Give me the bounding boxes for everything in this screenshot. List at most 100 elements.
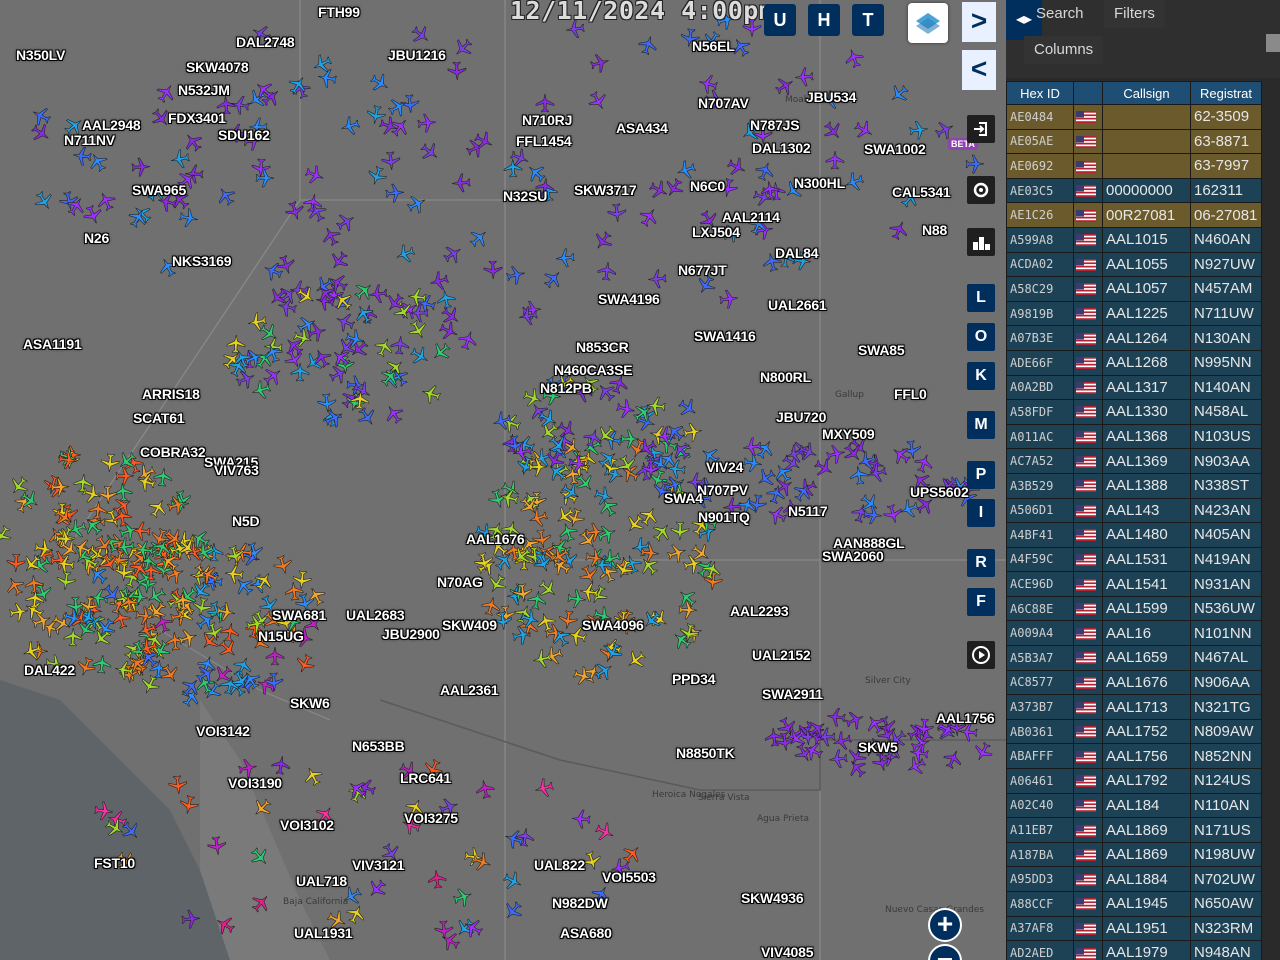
- aircraft-icon[interactable]: [262, 365, 284, 387]
- aircraft-icon[interactable]: [908, 119, 930, 141]
- flight-map[interactable]: FTH99 DAL2748 JBU1216 N350LV SKW4078 N532JM SD…: [0, 0, 1006, 960]
- aircraft-row[interactable]: A95DD3 AAL1884 N702UW: [1006, 866, 1262, 892]
- aircraft-icon[interactable]: [316, 67, 338, 89]
- aircraft-icon[interactable]: [428, 270, 450, 292]
- aircraft-row[interactable]: AC7A52 AAL1369 N903AA: [1006, 448, 1262, 474]
- aircraft-icon[interactable]: [33, 538, 55, 560]
- aircraft-icon[interactable]: [263, 671, 285, 693]
- aircraft-icon[interactable]: [115, 850, 137, 872]
- aircraft-icon[interactable]: [53, 506, 75, 528]
- aircraft-icon[interactable]: [438, 320, 460, 342]
- aircraft-icon[interactable]: [638, 555, 660, 577]
- aircraft-icon[interactable]: [339, 115, 361, 137]
- aircraft-icon[interactable]: [590, 884, 612, 906]
- aircraft-icon[interactable]: [380, 842, 402, 864]
- aircraft-icon[interactable]: [237, 757, 259, 779]
- aircraft-icon[interactable]: [701, 30, 723, 52]
- aircraft-icon[interactable]: [747, 214, 769, 236]
- aircraft-icon[interactable]: [679, 27, 701, 49]
- aircraft-icon[interactable]: [450, 172, 472, 194]
- toggle-o-button[interactable]: O: [967, 323, 995, 351]
- aircraft-icon[interactable]: [597, 496, 619, 518]
- aircraft-icon[interactable]: [663, 177, 685, 199]
- aircraft-icon[interactable]: [95, 617, 117, 639]
- aircraft-icon[interactable]: [406, 286, 428, 308]
- aircraft-row[interactable]: A373B7 AAL1713 N321TG: [1006, 694, 1262, 720]
- aircraft-icon[interactable]: [488, 536, 510, 558]
- aircraft-icon[interactable]: [240, 669, 262, 691]
- aircraft-icon[interactable]: [446, 60, 468, 82]
- aircraft-row[interactable]: A88CCF AAL1945 N650AW: [1006, 891, 1262, 917]
- column-header-registration[interactable]: Registrat: [1190, 81, 1262, 105]
- aircraft-icon[interactable]: [511, 441, 533, 463]
- aircraft-icon[interactable]: [215, 185, 237, 207]
- aircraft-icon[interactable]: [111, 506, 133, 528]
- aircraft-icon[interactable]: [104, 817, 126, 839]
- aircraft-row[interactable]: A506D1 AAL143 N423AN: [1006, 497, 1262, 524]
- aircraft-row[interactable]: ACDA02 AAL1055 N927UW: [1006, 251, 1262, 278]
- aircraft-icon[interactable]: [65, 195, 87, 217]
- aircraft-icon[interactable]: [964, 153, 986, 175]
- aircraft-icon[interactable]: [766, 504, 788, 526]
- aircraft-icon[interactable]: [492, 610, 514, 632]
- aircraft-icon[interactable]: [531, 648, 553, 670]
- stats-button[interactable]: [967, 228, 995, 256]
- aircraft-icon[interactable]: [227, 356, 249, 378]
- aircraft-icon[interactable]: [908, 742, 930, 764]
- aircraft-row[interactable]: A07B3E AAL1264 N130AN: [1006, 325, 1262, 351]
- aircraft-row[interactable]: A02C40 AAL184 N110AN: [1006, 792, 1262, 819]
- aircraft-icon[interactable]: [136, 619, 158, 641]
- aircraft-icon[interactable]: [190, 580, 212, 602]
- aircraft-icon[interactable]: [384, 292, 406, 314]
- aircraft-icon[interactable]: [139, 674, 161, 696]
- toggle-f-button[interactable]: F: [967, 588, 995, 616]
- aircraft-row[interactable]: ABAFFF AAL1756 N852NN: [1006, 743, 1262, 770]
- aircraft-icon[interactable]: [846, 745, 868, 767]
- aircraft-icon[interactable]: [462, 917, 484, 939]
- aircraft-icon[interactable]: [5, 552, 27, 574]
- aircraft-icon[interactable]: [910, 470, 932, 492]
- filters-tab[interactable]: Filters: [1104, 0, 1165, 28]
- aircraft-icon[interactable]: [400, 814, 422, 836]
- aircraft-icon[interactable]: [853, 119, 875, 141]
- aircraft-icon[interactable]: [284, 200, 306, 222]
- aircraft-icon[interactable]: [669, 520, 691, 542]
- login-button[interactable]: [967, 115, 995, 143]
- aircraft-icon[interactable]: [128, 558, 150, 580]
- aircraft-icon[interactable]: [156, 191, 178, 213]
- aircraft-icon[interactable]: [503, 828, 525, 850]
- aircraft-icon[interactable]: [502, 870, 524, 892]
- aircraft-icon[interactable]: [159, 663, 181, 685]
- aircraft-icon[interactable]: [365, 104, 387, 126]
- aircraft-row[interactable]: A6C88E AAL1599 N536UW: [1006, 595, 1262, 622]
- aircraft-icon[interactable]: [130, 156, 152, 178]
- aircraft-icon[interactable]: [522, 387, 544, 409]
- aircraft-icon[interactable]: [572, 665, 594, 687]
- aircraft-icon[interactable]: [842, 442, 864, 464]
- aircraft-icon[interactable]: [169, 148, 191, 170]
- aircraft-icon[interactable]: [330, 347, 352, 369]
- columns-tab[interactable]: Columns: [1024, 36, 1104, 64]
- aircraft-icon[interactable]: [275, 611, 297, 633]
- aircraft-icon[interactable]: [471, 851, 493, 873]
- aircraft-icon[interactable]: [215, 94, 237, 116]
- aircraft-icon[interactable]: [899, 187, 921, 209]
- aircraft-icon[interactable]: [593, 660, 615, 682]
- aircraft-icon[interactable]: [726, 156, 748, 178]
- aircraft-row[interactable]: A187BA AAL1869 N198UW: [1006, 841, 1262, 868]
- aircraft-icon[interactable]: [942, 748, 964, 770]
- aircraft-icon[interactable]: [166, 494, 188, 516]
- aircraft-icon[interactable]: [369, 72, 391, 94]
- column-header-callsign[interactable]: Callsign: [1102, 81, 1191, 105]
- aircraft-icon[interactable]: [581, 850, 603, 872]
- aircraft-icon[interactable]: [646, 268, 668, 290]
- toggle-k-button[interactable]: K: [967, 362, 995, 390]
- aircraft-icon[interactable]: [452, 37, 474, 59]
- aircraft-icon[interactable]: [547, 434, 569, 456]
- aircraft-icon[interactable]: [666, 542, 688, 564]
- aircraft-icon[interactable]: [113, 659, 135, 681]
- aircraft-icon[interactable]: [379, 366, 401, 388]
- aircraft-icon[interactable]: [349, 389, 371, 411]
- aircraft-icon[interactable]: [511, 545, 533, 567]
- aircraft-icon[interactable]: [972, 741, 994, 763]
